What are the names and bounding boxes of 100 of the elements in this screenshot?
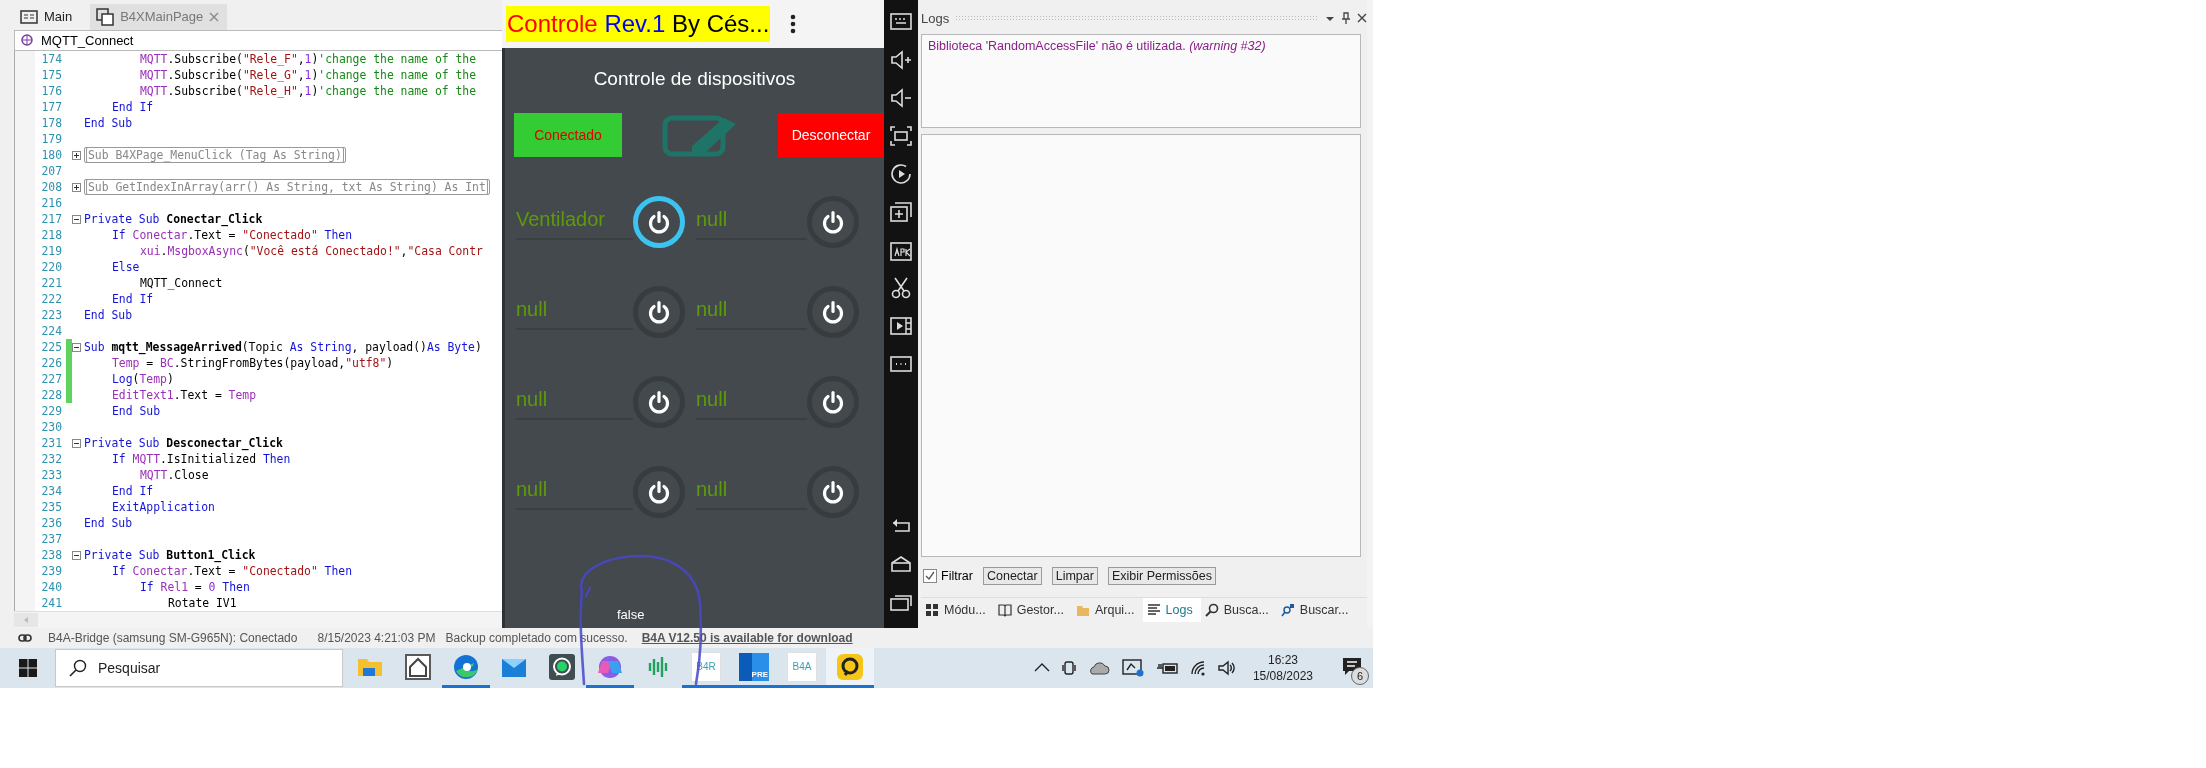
expand-icon[interactable]	[72, 182, 81, 192]
code-line: Private Sub Button1_Click	[84, 548, 256, 563]
close-icon[interactable]	[1357, 13, 1367, 23]
device-name: null	[696, 474, 807, 510]
device-name: null	[696, 204, 807, 240]
editor-tab[interactable]: Main	[14, 3, 81, 30]
line-number: 176	[40, 84, 62, 99]
volume-down-icon[interactable]	[889, 86, 913, 110]
line-number: 238	[40, 548, 62, 563]
code-line: If Conectar.Text = "Conectado" Then	[112, 564, 353, 579]
checkbox[interactable]	[923, 569, 937, 583]
collapse-icon[interactable]	[72, 550, 81, 560]
clock-time[interactable]: 16:23	[1267, 652, 1298, 668]
power-button[interactable]	[633, 286, 685, 338]
code-line: Private Sub Conectar_Click	[84, 212, 263, 227]
volume-icon[interactable]	[1216, 659, 1237, 677]
line-number: 220	[40, 260, 62, 275]
power-button[interactable]	[633, 466, 685, 518]
line-number: 174	[40, 52, 62, 67]
line-number: 219	[40, 244, 62, 259]
power-button[interactable]	[633, 196, 685, 248]
notification-count: 6	[1351, 667, 1369, 685]
code-line: End Sub	[84, 516, 132, 531]
chat-app-icon	[548, 652, 576, 681]
power-button[interactable]	[807, 466, 859, 518]
code-line: Sub mqtt_MessageArrived(Topic As String, payload()As Byte)	[84, 340, 482, 355]
line-number: 237	[40, 532, 62, 547]
code-line: End If	[112, 484, 154, 499]
add-window-icon[interactable]	[889, 200, 913, 224]
log-button[interactable]: Limpar	[1051, 567, 1098, 585]
clock-date[interactable]: 15/08/2023	[1252, 668, 1313, 684]
more-icon[interactable]	[790, 14, 797, 34]
panel-tab[interactable]: Módu...	[921, 598, 994, 622]
start-icon[interactable]	[18, 659, 37, 677]
log-button[interactable]: Conectar	[982, 567, 1042, 585]
wifi-icon[interactable]	[1188, 659, 1207, 677]
power-button[interactable]	[807, 286, 859, 338]
panel-tab[interactable]: Buscar...	[1276, 598, 1357, 622]
disconnect-button[interactable]: Desconectar	[778, 113, 884, 157]
panel-tab[interactable]: Logs	[1142, 598, 1201, 622]
log-message: Biblioteca 'RandomAccessFile' não é utilizada. (warning #32)	[928, 39, 1267, 53]
search-field[interactable]: Pesquisar	[55, 649, 343, 687]
editor-tab[interactable]: B4XMainPage	[90, 3, 228, 30]
screen-heading: Controle de dispositivos	[592, 68, 797, 91]
line-number: 241	[40, 596, 62, 611]
sub-selector[interactable]: MQTT_Connect	[14, 29, 502, 52]
link-icon	[18, 634, 32, 642]
power-button[interactable]	[633, 376, 685, 428]
folded-code: Sub GetIndexInArray(arr() As String, txt As String) As Int	[84, 179, 490, 196]
code-line: If Rel1 = 0 Then	[140, 580, 250, 595]
line-number: 221	[40, 276, 62, 291]
code-line: MQTT.Subscribe("Rele_F",1)'change the name of the	[140, 52, 477, 67]
camera-icon[interactable]	[1060, 659, 1077, 677]
power-icon	[647, 300, 671, 324]
line-number: 223	[40, 308, 62, 323]
code-line: MQTT.Close	[140, 468, 209, 483]
logs-icon	[1146, 603, 1161, 617]
line-number: 227	[40, 372, 62, 387]
collapse-icon[interactable]	[72, 342, 81, 352]
collapse-icon[interactable]	[72, 214, 81, 224]
code-line: xui.MsgboxAsync("Você está Conectado!","Casa Contr	[140, 244, 483, 259]
line-number: 218	[40, 228, 62, 243]
code-line: Rotate IV1	[168, 596, 237, 611]
code-line: End If	[112, 292, 154, 307]
code-line: End Sub	[112, 404, 160, 419]
panel-tab[interactable]: Gestor...	[993, 598, 1072, 622]
power-icon	[821, 300, 845, 324]
pin-icon[interactable]	[1341, 12, 1351, 24]
power-button[interactable]	[807, 376, 859, 428]
folded-code: Sub B4XPage_MenuClick (Tag As String)	[84, 147, 346, 164]
log-button[interactable]: Exibir Permissões	[1107, 567, 1216, 585]
taskbar-app[interactable]	[826, 648, 874, 688]
panel-tab[interactable]: Arqui...	[1071, 598, 1143, 622]
expand-icon[interactable]	[72, 150, 81, 160]
code-line: Temp = BC.StringFromBytes(payload,"utf8")	[112, 356, 394, 371]
device-name: null	[696, 384, 807, 420]
power-button[interactable]	[807, 196, 859, 248]
edge-icon	[452, 652, 480, 681]
power-icon	[821, 480, 845, 504]
notification-button[interactable]: 6	[1337, 653, 1367, 683]
line-number: 175	[40, 68, 62, 83]
power-icon	[647, 390, 671, 414]
line-number: 236	[40, 516, 62, 531]
screenshot-icon[interactable]	[889, 124, 913, 148]
form-icon	[20, 9, 38, 24]
power-icon	[647, 480, 671, 504]
collapse-icon[interactable]	[72, 438, 81, 448]
line-number: 234	[40, 484, 62, 499]
display-icon[interactable]	[1120, 658, 1145, 678]
app-tile-icon: B4A	[787, 651, 817, 682]
line-number: 180	[40, 148, 62, 163]
search-icon	[1204, 603, 1219, 617]
code-line: MQTT_Connect	[140, 276, 223, 291]
video-icon[interactable]	[889, 314, 913, 338]
panel-tab[interactable]: Busca...	[1200, 598, 1277, 622]
volume-up-icon[interactable]	[889, 48, 913, 72]
scissors-icon[interactable]	[889, 276, 913, 300]
device-name: null	[696, 294, 807, 330]
play-rotate-icon[interactable]	[889, 162, 913, 186]
code-line: If MQTT.IsInitialized Then	[112, 452, 291, 467]
